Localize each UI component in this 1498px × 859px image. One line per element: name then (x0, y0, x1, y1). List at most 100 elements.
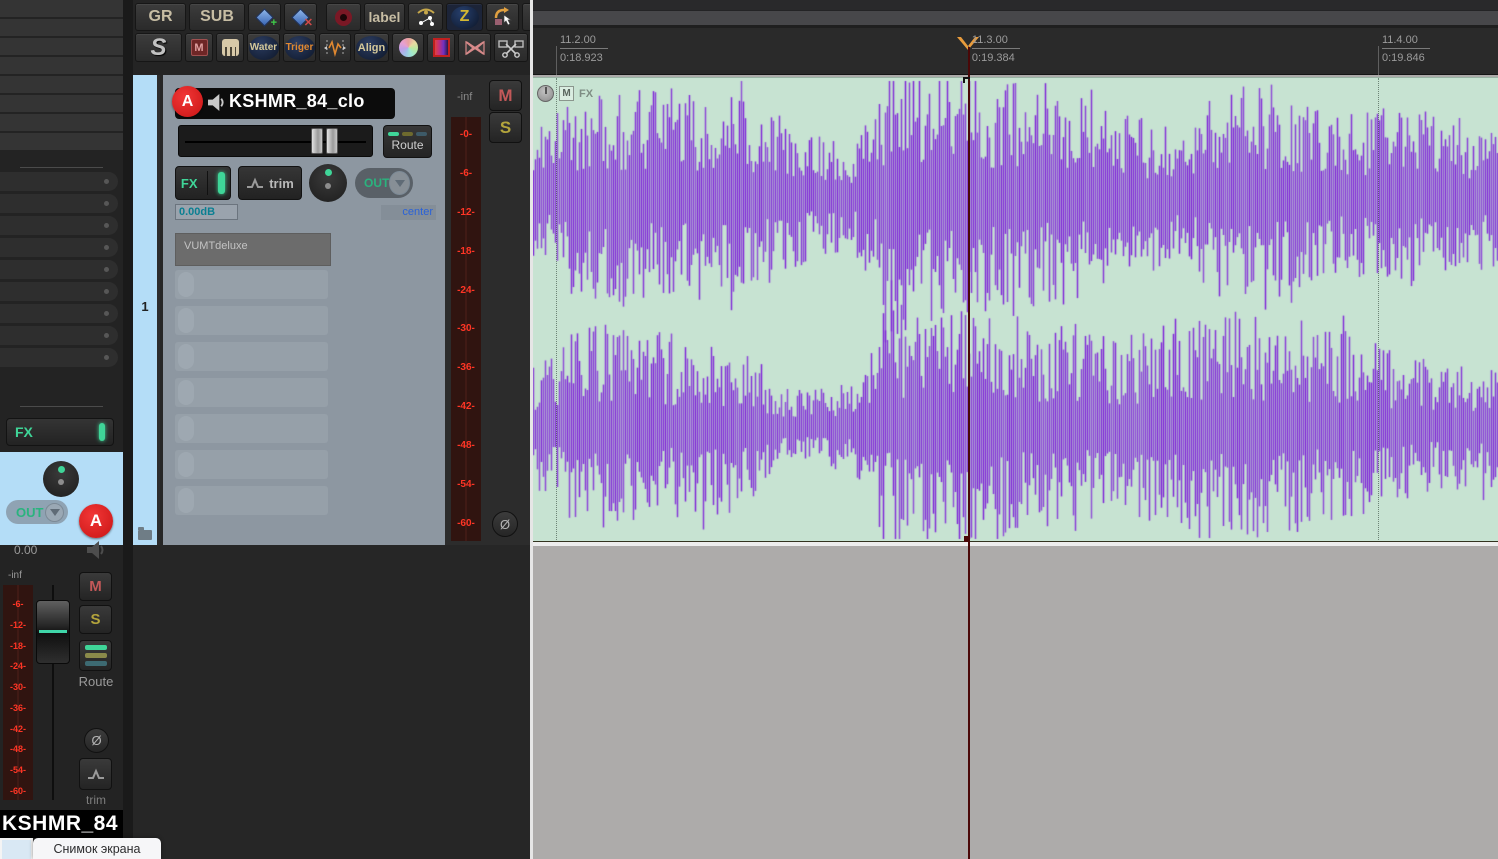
empty-track-list-area[interactable] (133, 545, 530, 859)
mcp-volume-value[interactable]: 0.00 (14, 543, 37, 557)
delete-envelope-point-button[interactable]: ✕ (284, 3, 317, 31)
scrollbar-thumb[interactable] (533, 10, 1498, 25)
toolbar: GR SUB + ✕ label Z S M Water Triger Alig… (133, 0, 530, 75)
tcp-mute-button[interactable]: M (489, 80, 522, 111)
track-bottom-edge[interactable] (533, 541, 1498, 546)
color-picker-button[interactable] (392, 33, 424, 62)
mixer-insert-row[interactable] (0, 95, 123, 112)
mixer-insert-row[interactable] (0, 38, 123, 55)
m-tool-button[interactable]: M (185, 33, 213, 62)
record-monitor-icon[interactable] (207, 94, 226, 111)
fx-slot-vumtdeluxe[interactable]: VUMTdeluxe (175, 233, 331, 266)
mcp-pan-knob[interactable] (43, 461, 79, 497)
mixer-send-row[interactable] (0, 260, 118, 279)
fader-handle[interactable] (311, 128, 338, 154)
eye-nodes-button[interactable] (408, 3, 443, 31)
fx-slot-empty[interactable] (175, 270, 328, 299)
item-mute-button[interactable]: M (559, 86, 574, 101)
fx-slot-empty[interactable] (175, 342, 328, 371)
toolbar-sub-button[interactable]: SUB (189, 3, 245, 31)
mcp-fx-button[interactable]: FX (6, 418, 114, 446)
item-fx-button[interactable]: FX (579, 88, 593, 100)
triger-plugin-button[interactable]: Triger (283, 33, 316, 62)
mixer-send-row[interactable] (0, 304, 118, 323)
fx-slot-empty[interactable] (175, 450, 328, 479)
mcp-volume-fader[interactable] (36, 600, 70, 664)
item-header: M FX (537, 85, 593, 102)
mixer-send-row[interactable] (0, 326, 118, 345)
tcp-pan-knob[interactable] (309, 164, 347, 202)
remove-envelope-button[interactable] (458, 33, 491, 62)
item-volume-knob[interactable] (537, 85, 554, 102)
timeline-ruler[interactable]: 11.2.00 0:18.923 11.3.00 0:19.384 11.4.00 0:1… (533, 28, 1498, 75)
screenshot-thumbnail[interactable] (0, 838, 33, 859)
tcp-trim-button[interactable]: trim (238, 166, 302, 200)
drag-edit-button[interactable] (486, 3, 519, 31)
fx-slot-empty[interactable] (175, 306, 328, 335)
pan-indicator-dot (325, 169, 332, 176)
mcp-track-name[interactable]: KSHMR_84 (0, 810, 130, 838)
mixer-insert-row[interactable] (0, 19, 123, 36)
mcp-solo-button[interactable]: S (79, 605, 112, 634)
align-oval-icon: Align (355, 35, 388, 60)
tcp-volume-fader[interactable] (178, 125, 373, 157)
spectral-button[interactable] (427, 33, 455, 62)
mcp-trim-button[interactable] (79, 758, 112, 790)
tcp-phase-button[interactable]: Ø (492, 511, 518, 537)
tcp-record-arm-button[interactable]: A (172, 86, 203, 117)
tcp-pan-value[interactable]: center (381, 205, 436, 220)
record-button[interactable] (326, 3, 361, 31)
pan-center-dot (58, 479, 64, 485)
track-color-strip[interactable]: 1 (133, 75, 160, 545)
mixer-insert-row[interactable] (0, 0, 123, 17)
midi-editor-button[interactable] (216, 33, 244, 62)
mixer-send-row[interactable] (0, 238, 118, 257)
media-item[interactable]: M FX (533, 77, 1498, 542)
screenshot-label[interactable]: Снимок экрана (33, 838, 161, 859)
tcp-fx-button[interactable]: FX (175, 166, 231, 200)
fx-slot-empty[interactable] (175, 414, 328, 443)
s-tool-button[interactable]: S (135, 33, 182, 62)
tcp-out-button[interactable]: OUT (355, 168, 413, 198)
fx-slot-empty[interactable] (175, 378, 328, 407)
add-envelope-point-button[interactable]: + (248, 3, 281, 31)
edit-cursor[interactable] (967, 47, 970, 859)
ruler-beat-label: 11.3.00 (971, 34, 1020, 49)
mixer-insert-row[interactable] (0, 76, 123, 93)
toolbar-gr-button[interactable]: GR (135, 3, 186, 31)
mcp-mute-button[interactable]: M (79, 572, 112, 601)
mixer-send-row[interactable] (0, 282, 118, 301)
razor-edit-button[interactable] (494, 33, 528, 62)
mcp-out-button[interactable]: OUT (6, 500, 68, 524)
horizontal-scrollbar[interactable] (533, 0, 1498, 28)
mixer-insert-row[interactable] (0, 133, 123, 150)
mixer-insert-row[interactable] (0, 114, 123, 131)
mcp-route-button[interactable] (79, 640, 112, 671)
tcp-meter: -0- -6- -12- -18- -24- -30- -36- -42- -48- -54- -6… (451, 117, 481, 541)
mixer-send-row[interactable] (0, 216, 118, 235)
mixer-insert-row[interactable] (0, 57, 123, 74)
open-cycle-button[interactable]: OpeCycl (522, 3, 530, 31)
out-dropdown[interactable] (45, 502, 64, 522)
out-dropdown[interactable] (389, 171, 410, 195)
stretch-markers-button[interactable] (319, 33, 351, 62)
fx-slot-empty[interactable] (175, 486, 328, 515)
water-plugin-button[interactable]: Water (247, 33, 280, 62)
fx-enabled-led[interactable] (99, 423, 105, 441)
mcp-record-arm-button[interactable]: A (79, 504, 113, 538)
screenshot-notification[interactable]: Снимок экрана (0, 838, 161, 859)
align-plugin-button[interactable]: Align (354, 33, 389, 62)
label-button[interactable]: label (364, 3, 405, 31)
tcp-solo-button[interactable]: S (489, 112, 522, 143)
mixer-send-row[interactable] (0, 194, 118, 213)
fx-enabled-led[interactable] (218, 172, 226, 194)
tcp-volume-value[interactable]: 0.00dB (175, 204, 238, 220)
tcp-track-name[interactable]: KSHMR_84_clo (229, 91, 365, 112)
mixer-send-row[interactable] (0, 348, 118, 367)
folder-icon[interactable] (138, 527, 152, 540)
zoom-tool-button[interactable]: Z (446, 3, 483, 31)
send-dot (104, 311, 109, 316)
tcp-route-button[interactable]: Route (383, 125, 432, 158)
mcp-phase-button[interactable]: Ø (84, 728, 109, 753)
mixer-send-row[interactable] (0, 172, 118, 191)
